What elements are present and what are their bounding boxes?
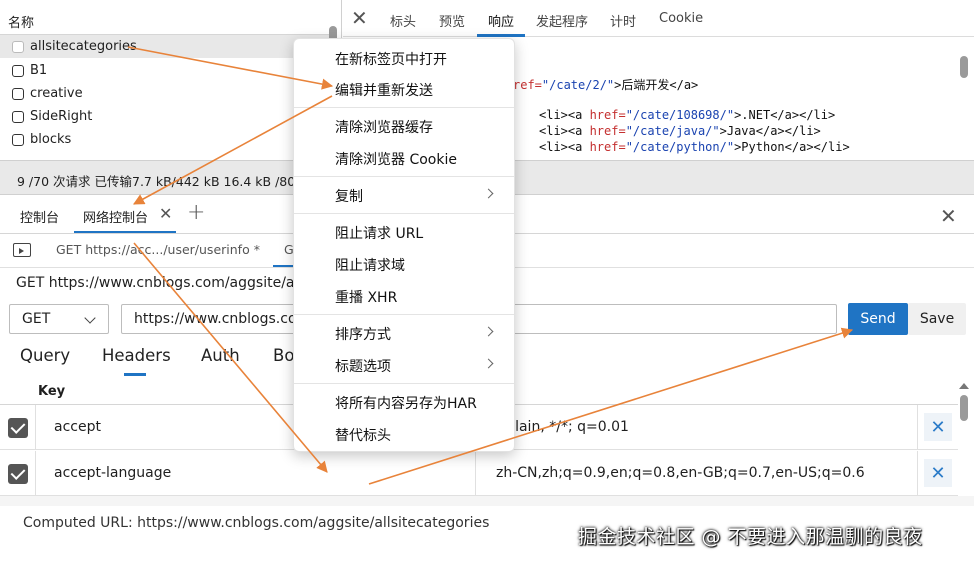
code-line: <li><a href="/cate/java/">Java</a></li> bbox=[539, 124, 821, 138]
watermark: 掘金技术社区 @ 不要进入那温馴的良夜 bbox=[578, 526, 923, 548]
request-name: blocks bbox=[30, 132, 72, 147]
menu-open-in-new-tab[interactable]: 在新标签页中打开 bbox=[294, 42, 514, 72]
menu-clear-cookies[interactable]: 清除浏览器 Cookie bbox=[294, 142, 514, 172]
header-value[interactable]: zh-CN,zh;q=0.9,en;q=0.8,en-GB;q=0.7,en-U… bbox=[496, 465, 865, 481]
menu-block-request-url[interactable]: 阻止请求 URL bbox=[294, 216, 514, 246]
request-checkbox[interactable] bbox=[12, 40, 24, 53]
tab-timing[interactable]: 计时 bbox=[610, 11, 636, 30]
request-item-blocks[interactable]: blocks bbox=[0, 128, 330, 151]
request-name: B1 bbox=[30, 63, 48, 78]
menu-sort-by[interactable]: 排序方式 bbox=[294, 317, 514, 347]
response-scrollbar[interactable] bbox=[959, 40, 969, 158]
request-item-creative[interactable]: creative bbox=[0, 82, 330, 105]
tab-query[interactable]: Query bbox=[20, 346, 70, 365]
menu-override-headers[interactable]: 替代标头 bbox=[294, 418, 514, 448]
request-checkbox[interactable] bbox=[12, 110, 24, 123]
code-line: ref="/cate/2/">后端开发</a> bbox=[513, 78, 699, 92]
chevron-right-icon bbox=[483, 188, 494, 199]
method-value: GET bbox=[22, 311, 51, 327]
tab-response[interactable]: 响应 bbox=[488, 11, 514, 30]
menu-save-all-as-har[interactable]: 将所有内容另存为HAR bbox=[294, 386, 514, 416]
scrollbar-thumb[interactable] bbox=[960, 395, 968, 421]
menu-replay-xhr[interactable]: 重播 XHR bbox=[294, 280, 514, 310]
request-name: creative bbox=[30, 86, 83, 101]
tab-headers-section[interactable]: Headers bbox=[102, 346, 171, 365]
computed-url: Computed URL: https://www.cnblogs.com/ag… bbox=[23, 515, 490, 531]
name-column-header[interactable]: 名称 bbox=[0, 0, 330, 35]
tab-body[interactable]: Bo bbox=[273, 346, 294, 365]
tab-cookie[interactable]: Cookie bbox=[659, 11, 703, 26]
chevron-down-icon bbox=[84, 312, 96, 324]
tab-preview[interactable]: 预览 bbox=[439, 11, 465, 30]
delete-icon[interactable]: ✕ bbox=[924, 459, 952, 487]
chevron-right-icon bbox=[483, 358, 494, 369]
delete-icon[interactable]: ✕ bbox=[924, 413, 952, 441]
request-checkbox[interactable] bbox=[12, 87, 24, 100]
key-column-label: Key bbox=[38, 384, 66, 399]
close-icon[interactable]: ✕ bbox=[159, 204, 172, 223]
menu-copy[interactable]: 复制 bbox=[294, 179, 514, 209]
send-button[interactable]: Send bbox=[848, 303, 908, 335]
request-name: SideRight bbox=[30, 109, 93, 124]
request-title: GET https://www.cnblogs.com/aggsite/al bbox=[16, 275, 299, 291]
method-select[interactable]: GET bbox=[9, 304, 109, 334]
request-item-allsitecategories[interactable]: allsitecategories bbox=[0, 35, 330, 58]
header-row: accept-language zh-CN,zh;q=0.9,en;q=0.8,… bbox=[0, 451, 958, 496]
header-key[interactable]: accept-language bbox=[54, 465, 171, 481]
tab-network-console[interactable]: 网络控制台 ✕ bbox=[74, 196, 176, 233]
tab-auth[interactable]: Auth bbox=[201, 346, 240, 365]
tab-initiator[interactable]: 发起程序 bbox=[536, 11, 588, 30]
code-line: <li><a href="/cate/108698/">.NET</a></li… bbox=[539, 108, 836, 122]
close-icon[interactable]: ✕ bbox=[351, 8, 368, 28]
active-tab-indicator bbox=[477, 34, 525, 37]
chevron-right-icon bbox=[483, 326, 494, 337]
request-item-sideright[interactable]: SideRight bbox=[0, 105, 330, 128]
detail-tab-bar: ✕ 标头 预览 响应 发起程序 计时 Cookie bbox=[343, 0, 974, 37]
active-tab-indicator bbox=[124, 373, 146, 376]
close-icon[interactable]: ✕ bbox=[940, 204, 957, 228]
table-bottom-divider bbox=[0, 496, 974, 506]
scroll-up-icon[interactable] bbox=[959, 383, 969, 389]
tab-console[interactable]: 控制台 bbox=[20, 207, 59, 226]
tab-label: 网络控制台 bbox=[83, 211, 149, 226]
headers-scrollbar[interactable] bbox=[958, 380, 970, 500]
request-item-b1[interactable]: B1 bbox=[0, 59, 330, 82]
request-tab-userinfo[interactable]: GET https://acc.../user/userinfo * bbox=[56, 242, 260, 257]
request-checkbox[interactable] bbox=[12, 64, 24, 77]
request-list-pane: 名称 allsitecategories B1 creative SideRig… bbox=[0, 0, 342, 160]
toggle-sidebar-icon[interactable] bbox=[13, 243, 31, 257]
scrollbar-thumb[interactable] bbox=[960, 56, 968, 78]
menu-clear-cache[interactable]: 清除浏览器缓存 bbox=[294, 110, 514, 140]
code-line: <li><a href="/cate/python/">Python</a></… bbox=[539, 140, 850, 154]
request-checkbox[interactable] bbox=[12, 133, 24, 146]
context-menu: 在新标签页中打开 编辑并重新发送 清除浏览器缓存 清除浏览器 Cookie 复制… bbox=[293, 38, 515, 452]
tab-headers[interactable]: 标头 bbox=[390, 11, 416, 30]
menu-block-request-domain[interactable]: 阻止请求域 bbox=[294, 248, 514, 278]
header-value[interactable]: t/plain, */*; q=0.01 bbox=[496, 419, 629, 435]
save-button[interactable]: Save bbox=[908, 303, 966, 335]
menu-header-options[interactable]: 标题选项 bbox=[294, 349, 514, 379]
menu-edit-and-resend[interactable]: 编辑并重新发送 bbox=[294, 73, 514, 103]
header-key[interactable]: accept bbox=[54, 419, 101, 435]
request-name: allsitecategories bbox=[30, 39, 137, 54]
header-enabled-checkbox[interactable] bbox=[8, 418, 28, 438]
add-tab-icon[interactable]: + bbox=[187, 200, 205, 225]
header-enabled-checkbox[interactable] bbox=[8, 464, 28, 484]
